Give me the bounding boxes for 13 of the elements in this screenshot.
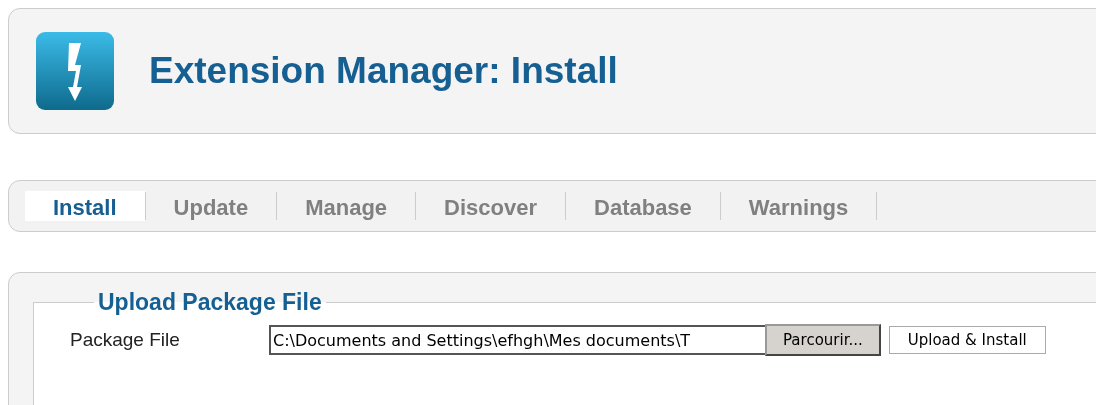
tab[interactable]: Install (25, 191, 145, 221)
upload-install-button[interactable]: Upload & Install (888, 326, 1046, 354)
tab[interactable]: Warnings (720, 191, 877, 221)
tab[interactable]: Discover (416, 191, 565, 221)
tab[interactable]: Database (566, 191, 720, 221)
field-label: Package File (70, 329, 181, 351)
file-path-field[interactable]: C:\Documents and Settings\efhgh\Mes documents\T (269, 325, 765, 355)
tab[interactable]: Manage (277, 191, 416, 221)
tab[interactable]: Update (145, 191, 277, 221)
browse-button[interactable]: Parcourir... (765, 324, 881, 356)
fieldset-legend: Upload Package File (94, 289, 326, 316)
page-title: Extension Manager: Install (149, 50, 618, 92)
lightning-bolt-icon (35, 31, 115, 111)
